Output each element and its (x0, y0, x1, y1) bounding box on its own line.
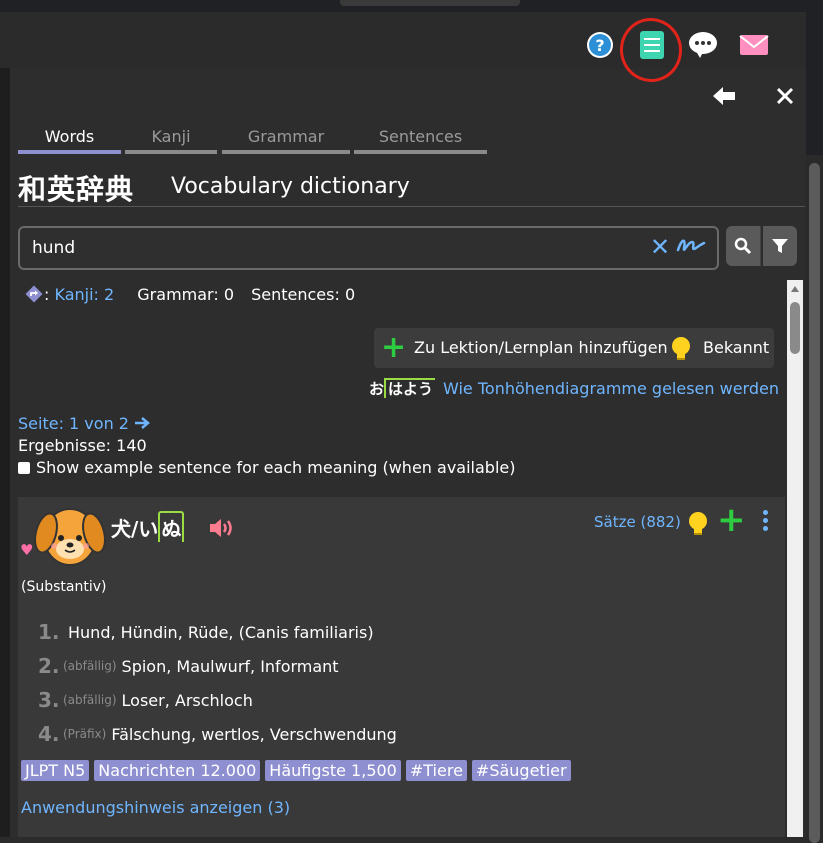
add-to-lesson-button[interactable]: Zu Lektion/Lernplan hinzufügen (414, 338, 668, 357)
kanji-count-link[interactable]: Kanji: 2 (54, 285, 114, 304)
meaning-item: 3. (abfällig) Loser, Arschloch (38, 683, 397, 717)
meaning-tag: (abfällig) (63, 659, 117, 673)
tab-label: Kanji (151, 127, 191, 146)
example-checkbox[interactable] (18, 461, 30, 474)
example-toggle[interactable]: Show example sentence for each meaning (… (18, 458, 515, 477)
search-box: ✕ (18, 226, 719, 270)
tab-label: Words (44, 127, 95, 146)
chat-bubble-icon[interactable] (688, 30, 718, 60)
pagination[interactable]: Seite: 1 von 2 (18, 414, 151, 433)
meaning-tag: (abfällig) (63, 693, 117, 707)
next-arrow-icon[interactable] (134, 416, 151, 430)
lightbulb-icon[interactable] (687, 511, 709, 541)
more-options-icon[interactable] (763, 510, 769, 534)
page-title-japanese: 和英辞典 (18, 173, 135, 206)
action-bar: + Zu Lektion/Lernplan hinzufügen Bekannt (374, 328, 774, 368)
scrollbar-thumb[interactable] (790, 302, 800, 354)
sentences-count: Sentences: 0 (251, 285, 356, 304)
meaning-item: 1. Hund, Hündin, Rüde, (Canis familiaris) (38, 615, 397, 649)
favorite-heart-icon[interactable]: ♥ (20, 541, 33, 559)
close-icon[interactable] (773, 84, 797, 108)
results-count: Ergebnisse: 140 (18, 436, 147, 455)
redirect-diamond-icon (25, 285, 43, 303)
pitch-high: はよう (384, 378, 436, 398)
browser-tab-strip (0, 0, 823, 12)
tab-grammar[interactable]: Grammar (222, 127, 350, 154)
grammar-count: Grammar: 0 (137, 285, 234, 304)
word-entry-card: ♥ 犬/いぬ Sätze (882) + (Substantiv) 1. Hund… (18, 497, 785, 837)
tab-sentences[interactable]: Sentences (354, 127, 487, 154)
meaning-text: Loser, Arschloch (121, 690, 253, 710)
meaning-text: Fälschung, wertlos, Verschwendung (111, 724, 397, 744)
meanings-list: 1. Hund, Hündin, Rüde, (Canis familiaris)… (38, 615, 397, 751)
results-scrollbar[interactable] (787, 280, 803, 837)
scroll-up-arrow-icon[interactable] (791, 286, 799, 292)
dog-mascot-icon (32, 503, 108, 573)
meaning-item: 4. (Präfix) Fälschung, wertlos, Verschwend… (38, 717, 397, 751)
tag-animals[interactable]: #Tiere (405, 760, 467, 781)
clear-icon[interactable]: ✕ (650, 233, 670, 261)
meaning-tag: (Präfix) (63, 727, 107, 741)
meaning-number: 3. (38, 688, 60, 712)
tab-label: Sentences (378, 127, 463, 146)
tag-common[interactable]: Häufigste 1,500 (265, 760, 401, 781)
usage-notes-link[interactable]: Anwendungshinweis anzeigen (3) (21, 798, 290, 817)
panel-scrollbar[interactable] (806, 155, 823, 843)
svg-text:?: ? (595, 36, 604, 55)
word-pitch-high: ぬ (158, 511, 185, 542)
handwriting-icon[interactable] (676, 234, 706, 262)
search-button[interactable] (726, 226, 761, 266)
lightbulb-icon[interactable] (670, 336, 692, 366)
help-icon[interactable]: ? (585, 30, 615, 60)
plus-icon[interactable]: + (381, 333, 406, 363)
meaning-number: 2. (38, 654, 60, 678)
pitch-low: お (369, 380, 385, 398)
meaning-number: 4. (38, 722, 60, 746)
result-counts: : Kanji: 2 Grammar: 0 Sentences: 0 (24, 284, 367, 304)
meaning-text: Hund, Hündin, Rüde, (Canis familiaris) (68, 622, 374, 642)
tag-mammal[interactable]: #Säugetier (471, 760, 571, 781)
tab-words[interactable]: Words (18, 127, 121, 154)
filter-icon (772, 239, 788, 253)
mail-icon[interactable] (739, 30, 769, 60)
speaker-icon[interactable] (208, 517, 236, 543)
window-edge-left (0, 68, 10, 837)
browser-tab[interactable] (340, 0, 520, 6)
page-indicator[interactable]: Seite: 1 von 2 (18, 414, 129, 433)
word-kanji: 犬/い (111, 517, 159, 541)
tag-jlpt[interactable]: JLPT N5 (21, 760, 90, 781)
extension-toolbar (0, 12, 806, 69)
word-reading: 犬/いぬ (111, 511, 185, 542)
tag-news-frequency[interactable]: Nachrichten 12.000 (94, 760, 261, 781)
back-arrow-icon[interactable] (712, 84, 736, 108)
sentences-link[interactable]: Sätze (882) (594, 513, 681, 531)
meaning-number: 1. (38, 620, 60, 644)
search-icon (734, 237, 752, 255)
pitch-example: おはよう (369, 378, 436, 399)
tab-kanji[interactable]: Kanji (125, 127, 217, 154)
divider (18, 206, 805, 207)
pitch-help-link[interactable]: Wie Tonhöhendiagramme gelesen werden (443, 379, 779, 398)
search-input[interactable] (30, 235, 634, 261)
known-button[interactable]: Bekannt (703, 338, 769, 357)
page-title: Vocabulary dictionary (171, 174, 410, 199)
scrollbar-thumb[interactable] (809, 163, 820, 843)
tag-list: JLPT N5 Nachrichten 12.000 Häufigste 1,5… (21, 760, 571, 781)
tab-label: Grammar (247, 127, 325, 146)
add-plus-icon[interactable]: + (717, 503, 746, 537)
example-toggle-label: Show example sentence for each meaning (… (36, 458, 516, 477)
meaning-item: 2. (abfällig) Spion, Maulwurf, Informant (38, 649, 397, 683)
meaning-text: Spion, Maulwurf, Informant (121, 656, 339, 676)
part-of-speech: (Substantiv) (21, 579, 107, 595)
filter-button[interactable] (763, 226, 797, 266)
